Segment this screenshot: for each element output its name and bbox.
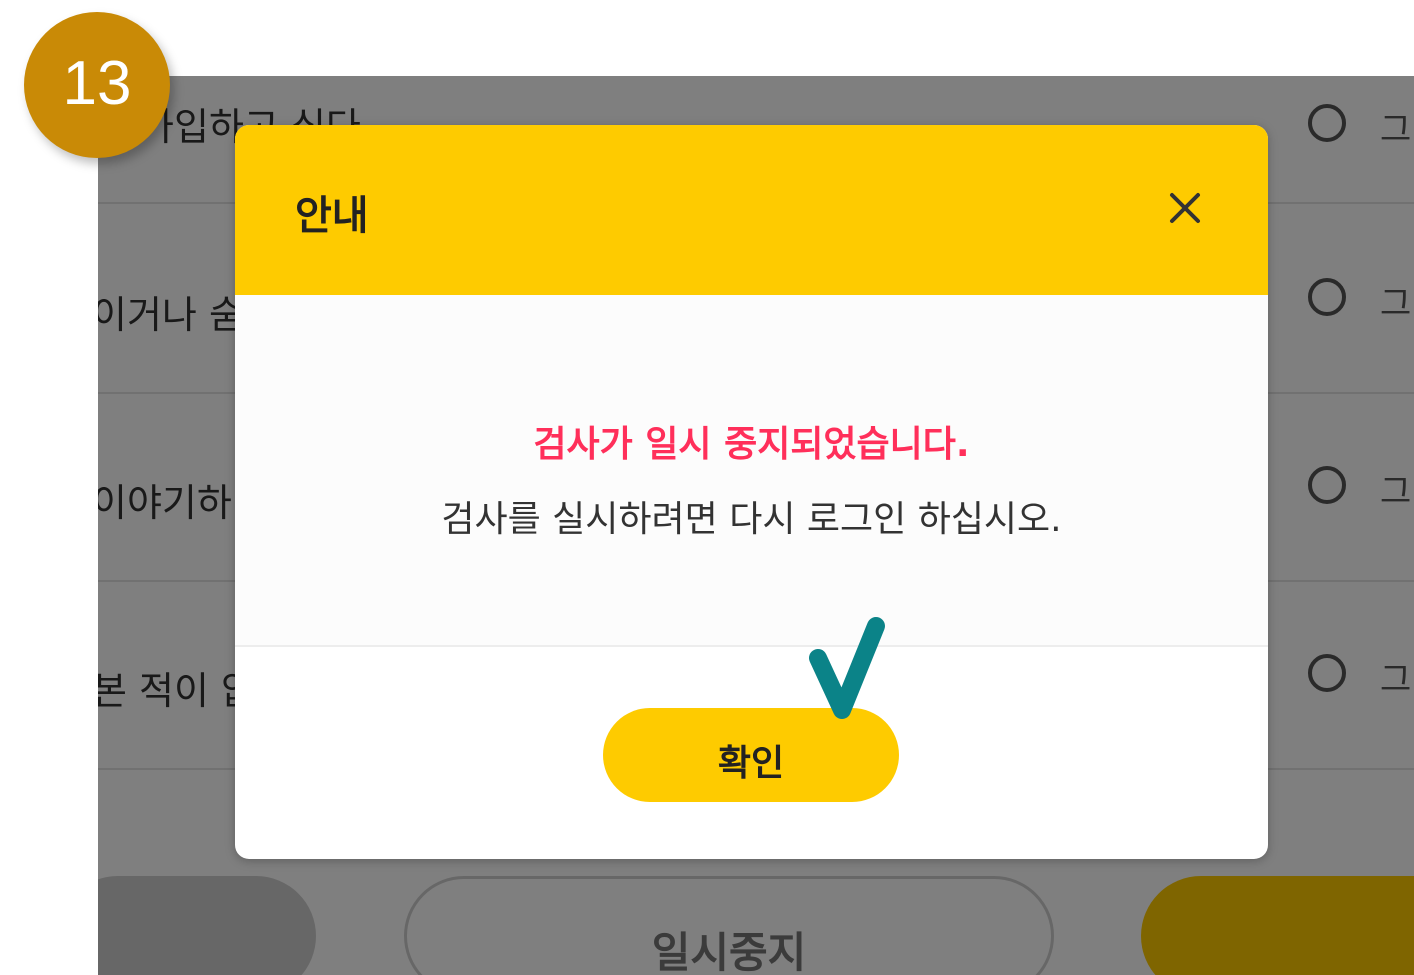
dialog-title: 안내 (295, 193, 369, 239)
step-number: 13 (62, 49, 132, 118)
checkmark-icon (800, 610, 900, 730)
info-message: 검사를 실시하려면 다시 로그인 하십시오. (441, 499, 1062, 540)
step-number-badge: 13 (24, 12, 170, 158)
alert-message: 검사가 일시 중지되었습니다. (533, 424, 970, 465)
notice-dialog: 안내 검사가 일시 중지되었습니다. 검사를 실시하려면 다시 로그인 하십시오… (235, 125, 1268, 859)
screenshot-stage: 에 가입하고 싶다. 그 이거나 숨 그 이야기하 그 본 적이 없 그 일시중… (0, 0, 1414, 975)
confirm-button-label: 확인 (717, 743, 785, 784)
close-icon[interactable] (1160, 183, 1210, 233)
dialog-body: 검사가 일시 중지되었습니다. 검사를 실시하려면 다시 로그인 하십시오. (235, 295, 1268, 647)
dialog-header: 안내 (235, 125, 1268, 295)
